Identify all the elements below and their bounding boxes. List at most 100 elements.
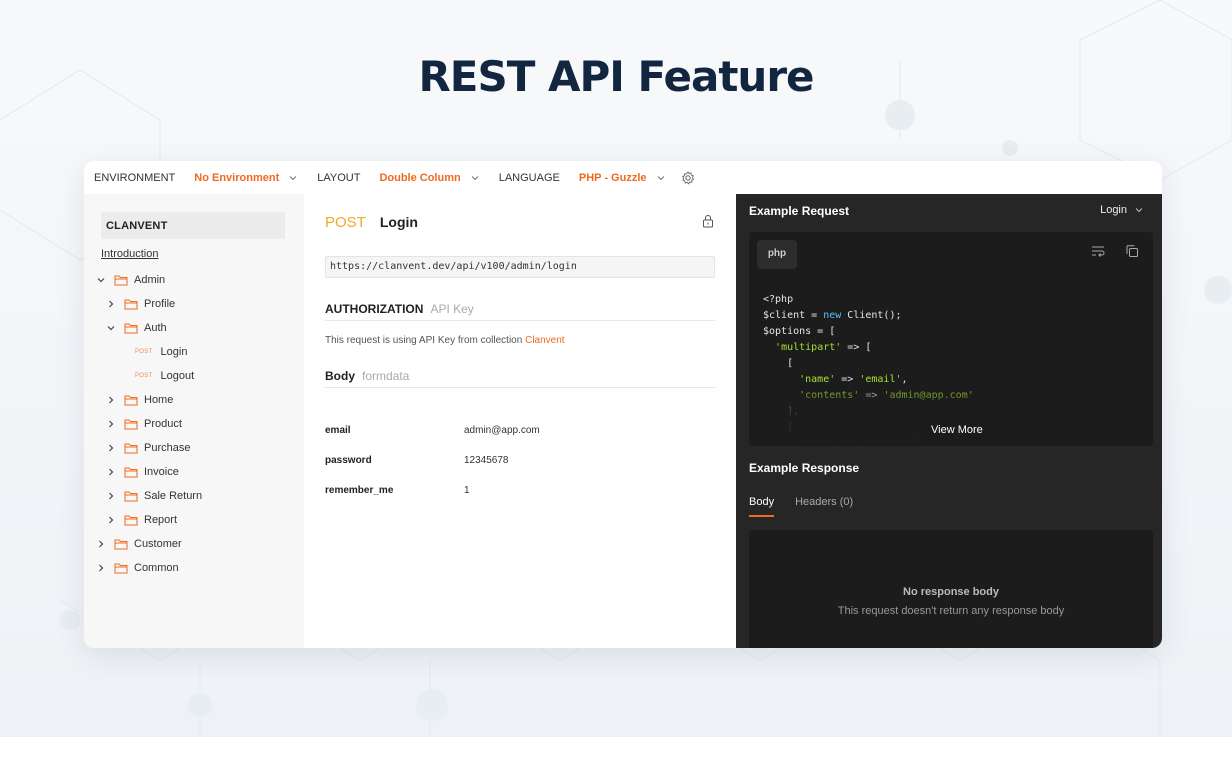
sidebar: CLANVENT Introduction Admin Profile Auth… — [84, 194, 304, 648]
request-panel: POST Login https://clanvent.dev/api/v100… — [304, 194, 736, 648]
code-line: <?php — [763, 294, 794, 305]
sidebar-item-sale-return[interactable]: Sale Return — [106, 488, 202, 504]
tab-body[interactable]: Body — [749, 496, 775, 517]
sidebar-item-home[interactable]: Home — [106, 392, 173, 408]
copy-icon[interactable] — [1125, 244, 1139, 258]
api-doc-window: ENVIRONMENT No Environment LAYOUT Double… — [84, 161, 1162, 648]
page-title: REST API Feature — [418, 52, 814, 101]
folder-icon — [114, 275, 128, 286]
response-body: No response body This request doesn't re… — [749, 530, 1153, 648]
sidebar-item-invoice[interactable]: Invoice — [106, 464, 179, 480]
field-value: 1 — [464, 485, 470, 496]
sidebar-item-login[interactable]: POST Login — [135, 344, 187, 360]
sidebar-item-customer[interactable]: Customer — [96, 536, 182, 552]
field-key: password — [325, 455, 372, 466]
chevron-down-icon[interactable] — [287, 172, 299, 184]
language-tag: php — [757, 240, 797, 269]
sidebar-item-label: Auth — [144, 322, 167, 334]
example-select[interactable]: Login — [1100, 204, 1144, 216]
method-badge: POST — [135, 349, 153, 355]
sidebar-item-label: Purchase — [144, 442, 191, 454]
authorization-section: AUTHORIZATION API Key — [325, 302, 715, 321]
sidebar-item-logout[interactable]: POST Logout — [135, 368, 194, 384]
chevron-down-icon — [107, 326, 115, 331]
authorization-title: AUTHORIZATION — [325, 302, 424, 316]
body-title: Body — [325, 369, 355, 383]
sidebar-item-label: Logout — [160, 370, 195, 382]
chevron-down-icon[interactable] — [469, 172, 481, 184]
introduction-link[interactable]: Introduction — [101, 248, 158, 260]
field-key: email — [325, 425, 351, 436]
chevron-right-icon — [109, 492, 114, 500]
folder-icon — [114, 539, 128, 550]
code-line: [ — [763, 358, 794, 369]
sidebar-item-report[interactable]: Report — [106, 512, 177, 528]
sidebar-item-label: Invoice — [144, 466, 179, 478]
request-url[interactable]: https://clanvent.dev/api/v100/admin/logi… — [325, 256, 715, 278]
chevron-down-icon — [97, 278, 105, 283]
body-section: Body formdata — [325, 369, 715, 388]
gear-icon[interactable] — [681, 170, 695, 185]
code-actions — [1091, 244, 1139, 258]
chevron-down-icon[interactable] — [655, 172, 667, 184]
body-type: formdata — [362, 369, 410, 383]
chevron-right-icon — [109, 516, 114, 524]
sidebar-item-label: Sale Return — [144, 490, 203, 502]
sidebar-item-label: Product — [144, 418, 182, 430]
tab-headers[interactable]: Headers (0) — [795, 496, 853, 517]
environment-label: ENVIRONMENT — [94, 171, 176, 184]
field-value: admin@app.com — [464, 425, 540, 436]
field-key: remember_me — [325, 485, 394, 496]
sidebar-item-label: Login — [160, 346, 188, 358]
sidebar-item-admin[interactable]: Admin — [96, 272, 165, 288]
no-response-description: This request doesn't return any response… — [837, 605, 1065, 617]
chevron-down-icon — [1135, 208, 1143, 213]
layout-select[interactable]: Double Column — [379, 172, 460, 184]
folder-icon — [124, 299, 138, 310]
auth-collection-link[interactable]: Clanvent — [525, 335, 564, 346]
sidebar-item-label: Profile — [144, 298, 176, 310]
auth-note: This request is using API Key from colle… — [325, 335, 565, 346]
request-method: POST — [325, 214, 366, 231]
sidebar-item-purchase[interactable]: Purchase — [106, 440, 190, 456]
chevron-right-icon — [109, 420, 114, 428]
chevron-right-icon — [99, 540, 104, 548]
bottom-strip — [0, 737, 1232, 761]
toolbar: ENVIRONMENT No Environment LAYOUT Double… — [84, 161, 1162, 194]
example-response-title: Example Response — [749, 461, 860, 475]
language-select[interactable]: PHP - Guzzle — [579, 172, 647, 184]
view-more-button[interactable]: View More — [925, 422, 989, 440]
folder-icon — [124, 323, 138, 334]
sidebar-item-label: Admin — [134, 274, 166, 286]
response-tabs: Body Headers (0) — [749, 496, 874, 517]
collection-title[interactable]: CLANVENT — [101, 212, 285, 239]
sidebar-item-profile[interactable]: Profile — [106, 296, 175, 312]
chevron-right-icon — [109, 396, 114, 404]
sidebar-item-auth[interactable]: Auth — [106, 320, 167, 336]
sidebar-item-label: Common — [134, 562, 179, 574]
folder-icon — [124, 467, 138, 478]
lock-icon[interactable] — [702, 214, 714, 228]
code-block: php <?php $client = new Client(); $options… — [749, 232, 1153, 446]
code-line: $client = new Client(); — [763, 310, 902, 321]
sidebar-item-label: Home — [144, 394, 174, 406]
chevron-right-icon — [109, 300, 114, 308]
folder-icon — [124, 491, 138, 502]
sidebar-item-product[interactable]: Product — [106, 416, 182, 432]
language-label: LANGUAGE — [498, 171, 560, 184]
sidebar-item-common[interactable]: Common — [96, 560, 179, 576]
chevron-right-icon — [99, 564, 104, 572]
layout-label: LAYOUT — [317, 171, 361, 184]
folder-icon — [124, 515, 138, 526]
folder-icon — [124, 419, 138, 430]
request-header: POST Login — [325, 214, 418, 231]
folder-icon — [114, 563, 128, 574]
no-response-title: No response body — [903, 586, 999, 598]
chevron-right-icon — [109, 444, 114, 452]
wrap-text-icon[interactable] — [1091, 244, 1105, 258]
folder-icon — [124, 443, 138, 454]
example-panel: Example Request Login php <?php $client =… — [736, 194, 1162, 648]
environment-select[interactable]: No Environment — [194, 172, 279, 184]
auth-note-text: This request is using API Key from colle… — [325, 335, 523, 346]
sidebar-item-label: Customer — [134, 538, 182, 550]
